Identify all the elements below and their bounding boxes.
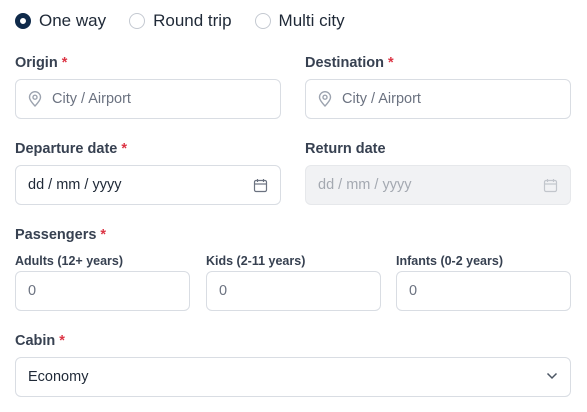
destination-label-text: Destination <box>305 55 384 71</box>
origin-label: Origin * <box>15 55 67 71</box>
departure-date-input[interactable]: dd / mm / yyyy <box>28 177 121 193</box>
cabin-selected-value: Economy <box>28 369 89 385</box>
origin-label-text: Origin <box>15 55 58 71</box>
return-date-input: dd / mm / yyyy <box>318 177 412 193</box>
radio-label-round-trip: Round trip <box>153 11 232 30</box>
cabin-label-text: Cabin <box>15 333 56 349</box>
required-marker: * <box>61 55 68 71</box>
radio-multi-city[interactable]: Multi city <box>254 11 345 31</box>
departure-date-field[interactable]: dd / mm / yyyy <box>15 165 281 205</box>
destination-field[interactable]: City / Airport <box>305 79 571 119</box>
chevron-down-icon[interactable] <box>546 372 558 380</box>
required-marker: * <box>100 227 107 243</box>
adults-input[interactable]: 0 <box>28 283 36 299</box>
radio-one-way[interactable]: One way <box>15 11 106 31</box>
calendar-icon[interactable] <box>253 178 268 193</box>
cabin-label: Cabin * <box>15 333 65 349</box>
return-date-label: Return date <box>305 141 386 157</box>
destination-label: Destination * <box>305 55 394 71</box>
adults-label: Adults (12+ years) <box>15 254 124 268</box>
kids-input[interactable]: 0 <box>219 283 227 299</box>
required-marker: * <box>387 55 394 71</box>
map-pin-icon <box>28 91 42 107</box>
radio-unchecked-icon[interactable] <box>254 13 271 29</box>
origin-field[interactable]: City / Airport <box>15 79 281 119</box>
radio-round-trip[interactable]: Round trip <box>129 11 232 31</box>
trip-type-group: One way Round trip Multi city <box>15 11 368 31</box>
destination-input[interactable]: City / Airport <box>342 91 421 107</box>
calendar-icon <box>543 178 558 193</box>
required-marker: * <box>121 141 127 157</box>
cabin-select[interactable]: Economy <box>15 357 571 397</box>
radio-label-multi-city: Multi city <box>278 11 345 30</box>
radio-checked-icon[interactable] <box>15 13 31 29</box>
required-marker: * <box>59 333 65 349</box>
origin-input[interactable]: City / Airport <box>52 91 131 107</box>
return-date-field: dd / mm / yyyy <box>305 165 571 205</box>
map-pin-icon <box>318 91 332 107</box>
kids-label: Kids (2-11 years) <box>206 254 306 268</box>
infants-field[interactable]: 0 <box>396 271 571 311</box>
infants-input[interactable]: 0 <box>409 283 417 299</box>
departure-date-label: Departure date * <box>15 141 127 157</box>
radio-label-one-way: One way <box>39 11 107 30</box>
departure-date-label-text: Departure date <box>15 141 118 157</box>
radio-unchecked-icon[interactable] <box>129 13 146 29</box>
adults-field[interactable]: 0 <box>15 271 190 311</box>
passengers-label-text: Passengers <box>15 227 97 243</box>
passengers-label: Passengers * <box>15 227 106 243</box>
kids-field[interactable]: 0 <box>206 271 381 311</box>
infants-label: Infants (0-2 years) <box>396 254 503 268</box>
